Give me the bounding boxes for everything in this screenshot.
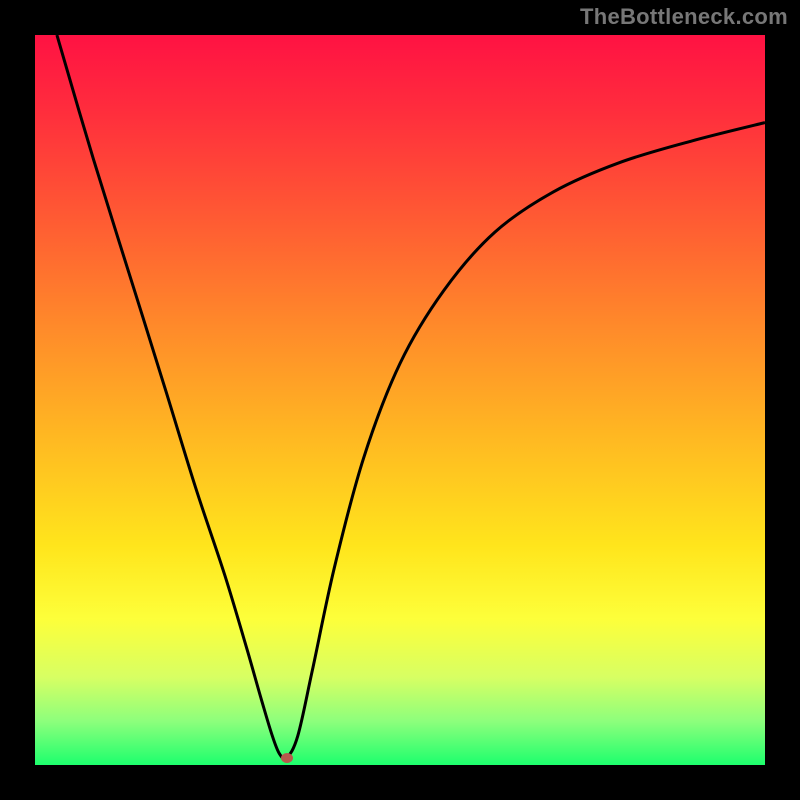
plot-area <box>35 35 765 765</box>
curve-svg <box>35 35 765 765</box>
chart-frame: TheBottleneck.com <box>0 0 800 800</box>
minimum-marker <box>281 753 293 763</box>
watermark-text: TheBottleneck.com <box>580 4 788 30</box>
bottleneck-curve <box>57 35 765 759</box>
